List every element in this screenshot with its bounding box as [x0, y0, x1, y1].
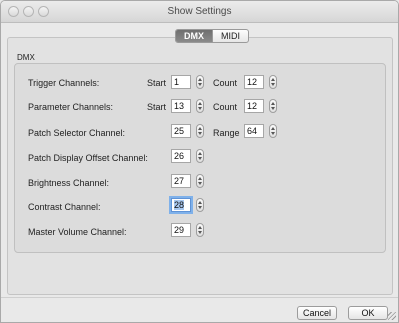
- trigger-count-field[interactable]: 12: [244, 75, 264, 89]
- patch-display-offset-channel-label: Patch Display Offset Channel:: [28, 153, 148, 163]
- settings-window: Show Settings DMX MIDI DMX Trigger Chann…: [0, 0, 399, 323]
- trigger-count-label: Count: [213, 78, 238, 88]
- brightness-channel-label: Brightness Channel:: [28, 178, 110, 188]
- parameter-count-label: Count: [213, 102, 238, 112]
- tab-bar: DMX MIDI: [175, 29, 249, 43]
- parameter-start-label: Start: [147, 102, 167, 112]
- trigger-count-stepper[interactable]: [269, 75, 277, 89]
- master-volume-channel-stepper[interactable]: [196, 223, 204, 237]
- parameter-count-field[interactable]: 12: [244, 99, 264, 113]
- range-field[interactable]: 64: [244, 124, 264, 138]
- ok-button[interactable]: OK: [348, 306, 388, 320]
- patch-selector-channel-label: Patch Selector Channel:: [28, 128, 126, 138]
- master-volume-channel-label: Master Volume Channel:: [28, 227, 127, 237]
- patch-selector-channel-stepper[interactable]: [196, 124, 204, 138]
- group-title: DMX: [17, 53, 35, 62]
- patch-selector-channel-field[interactable]: 25: [171, 124, 191, 138]
- footer-divider: [1, 297, 398, 298]
- range-label: Range: [213, 128, 240, 138]
- brightness-channel-field[interactable]: 27: [171, 174, 191, 188]
- range-stepper[interactable]: [269, 124, 277, 138]
- trigger-channels-label: Trigger Channels:: [28, 78, 100, 88]
- master-volume-channel-field[interactable]: 29: [171, 223, 191, 237]
- parameter-start-stepper[interactable]: [196, 99, 204, 113]
- brightness-channel-stepper[interactable]: [196, 174, 204, 188]
- tab-midi[interactable]: MIDI: [212, 30, 248, 42]
- trigger-start-field[interactable]: 1: [171, 75, 191, 89]
- contrast-channel-value: 28: [174, 200, 185, 210]
- patch-display-offset-channel-field[interactable]: 26: [171, 149, 191, 163]
- patch-display-offset-channel-stepper[interactable]: [196, 149, 204, 163]
- parameter-channels-label: Parameter Channels:: [28, 102, 114, 112]
- trigger-start-label: Start: [147, 78, 167, 88]
- contrast-channel-stepper[interactable]: [196, 198, 204, 212]
- contrast-channel-label: Contrast Channel:: [28, 202, 101, 212]
- title-bar: Show Settings: [1, 1, 398, 23]
- tab-dmx[interactable]: DMX: [176, 30, 212, 42]
- parameter-start-field[interactable]: 13: [171, 99, 191, 113]
- contrast-channel-field[interactable]: 28: [171, 198, 191, 212]
- parameter-count-stepper[interactable]: [269, 99, 277, 113]
- resize-grip-icon[interactable]: [388, 312, 396, 320]
- window-title: Show Settings: [167, 6, 232, 17]
- cancel-button[interactable]: Cancel: [297, 306, 337, 320]
- trigger-start-stepper[interactable]: [196, 75, 204, 89]
